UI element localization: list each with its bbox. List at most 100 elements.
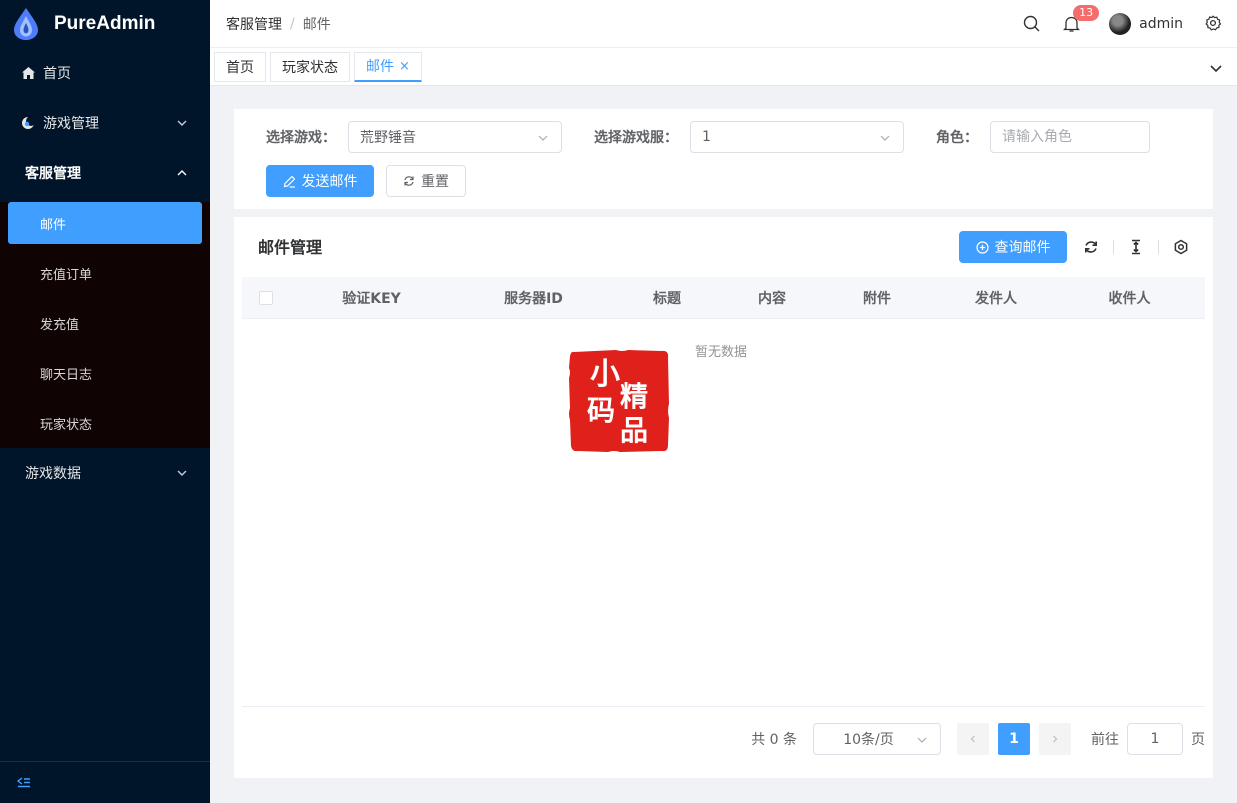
tabs-bar: 首页 玩家状态 邮件 × <box>210 48 1237 86</box>
seal-stamp-image: 小 精 码 品 <box>569 350 669 452</box>
svg-text:小: 小 <box>590 357 620 392</box>
breadcrumb-item[interactable]: 客服管理 <box>226 14 282 34</box>
search-form: 选择游戏： 荒野锤音 选择游戏服： 1 角色： 发送邮件 重置 <box>234 109 1213 209</box>
column-header[interactable]: 标题 <box>614 288 720 308</box>
chevron-right-icon <box>1053 735 1058 743</box>
tab-label: 邮件 <box>366 59 394 75</box>
game-select[interactable]: 荒野锤音 <box>348 121 562 153</box>
sidebar-item-game-data[interactable]: 游戏数据 <box>0 448 210 498</box>
column-header[interactable]: 附件 <box>824 288 930 308</box>
reset-label: 重置 <box>421 174 449 190</box>
sidebar-item-label: 充值订单 <box>40 267 93 283</box>
tab-close-icon[interactable]: × <box>399 59 410 74</box>
role-input-label: 角色： <box>936 130 978 146</box>
breadcrumb-current: 邮件 <box>302 16 331 33</box>
notification-badge: 13 <box>1073 5 1100 21</box>
sidebar-item-chat-log[interactable]: 聊天日志 <box>0 348 210 398</box>
select-all-checkbox-cell <box>242 290 290 305</box>
sidebar-item-customer-service[interactable]: 客服管理 <box>0 148 210 198</box>
pagination-total: 共 0 条 <box>751 732 797 748</box>
droplet-logo-icon <box>14 8 38 40</box>
table-title: 邮件管理 <box>258 238 323 257</box>
plus-circle-icon <box>975 240 989 254</box>
column-header[interactable]: 收件人 <box>1062 288 1197 308</box>
svg-text:品: 品 <box>620 414 648 447</box>
tab-label: 玩家状态 <box>282 59 338 76</box>
page-size-select[interactable]: 10条/页 <box>813 723 941 755</box>
table-divider <box>242 706 1205 707</box>
query-mail-label: 查询邮件 <box>994 240 1051 256</box>
column-header[interactable]: 验证KEY <box>290 288 453 308</box>
column-header[interactable]: 内容 <box>720 288 824 308</box>
notification-button[interactable]: 13 <box>1063 5 1100 33</box>
collapse-sidebar-button[interactable] <box>0 761 210 803</box>
sidebar-item-label: 首页 <box>43 66 71 82</box>
sidebar-item-label: 发充值 <box>40 317 80 333</box>
column-header[interactable]: 发件人 <box>930 288 1062 308</box>
refresh-icon[interactable] <box>1083 239 1099 255</box>
role-input[interactable] <box>990 121 1150 153</box>
tab-home[interactable]: 首页 <box>214 51 266 82</box>
home-icon <box>20 65 36 81</box>
chevron-left-icon <box>970 735 975 743</box>
sidebar-item-game-management[interactable]: 游戏管理 <box>0 98 210 148</box>
logo[interactable]: PureAdmin <box>0 0 210 48</box>
server-select[interactable]: 1 <box>690 121 904 153</box>
table-header: 验证KEY 服务器ID 标题 内容 附件 发件人 收件人 <box>242 277 1205 319</box>
sidebar: PureAdmin 首页 游戏管理 客服管理 邮件 充值订单 发充值 聊天日志 … <box>0 0 210 803</box>
table-toolbar: 查询邮件 <box>959 231 1189 263</box>
sidebar-item-send-recharge[interactable]: 发充值 <box>0 298 210 348</box>
top-header: 客服管理 / 邮件 13 admin <box>210 0 1237 48</box>
tab-label: 首页 <box>226 59 254 76</box>
server-select-value: 1 <box>702 129 711 145</box>
query-mail-button[interactable]: 查询邮件 <box>959 231 1067 263</box>
chevron-down-icon <box>177 120 187 126</box>
toolbar-divider <box>1158 240 1159 254</box>
chevron-down-icon <box>917 737 927 743</box>
avatar[interactable] <box>1109 13 1132 35</box>
sidebar-item-mail[interactable]: 邮件 <box>8 202 202 244</box>
tab-mail[interactable]: 邮件 × <box>354 51 422 82</box>
edit-pen-icon <box>283 175 295 188</box>
goto-page-input[interactable] <box>1127 723 1183 755</box>
server-select-label: 选择游戏服： <box>594 130 678 146</box>
reset-button[interactable]: 重置 <box>386 165 466 197</box>
toolbar-divider <box>1113 240 1114 254</box>
sidebar-item-label: 游戏数据 <box>25 466 81 482</box>
chevron-down-icon <box>538 135 548 141</box>
page-suffix: 页 <box>1191 732 1205 748</box>
svg-text:精: 精 <box>620 380 648 413</box>
tabs-dropdown-chevron-icon[interactable] <box>1209 61 1223 75</box>
game-select-label: 选择游戏： <box>266 130 336 146</box>
mail-table-card: 邮件管理 查询邮件 验证KEY 服务器ID 标题 内容 附件 发件人 收件人 暂… <box>234 217 1213 778</box>
page-size-value: 10条/页 <box>843 732 894 748</box>
breadcrumb-separator: / <box>290 15 295 32</box>
sidebar-item-label: 客服管理 <box>25 166 81 182</box>
search-icon[interactable] <box>1023 15 1041 33</box>
customer-service-submenu: 邮件 充值订单 发充值 聊天日志 玩家状态 <box>0 202 210 448</box>
sidebar-item-recharge-orders[interactable]: 充值订单 <box>0 248 210 298</box>
app-name: PureAdmin <box>54 13 156 34</box>
tab-player-status[interactable]: 玩家状态 <box>270 51 350 82</box>
settings-gear-icon[interactable] <box>1205 15 1223 33</box>
send-mail-label: 发送邮件 <box>301 174 358 190</box>
next-page-button[interactable] <box>1039 723 1071 755</box>
column-settings-icon[interactable] <box>1173 239 1189 255</box>
sidebar-item-home[interactable]: 首页 <box>0 48 210 98</box>
send-mail-button[interactable]: 发送邮件 <box>266 165 374 197</box>
search-actions: 发送邮件 重置 <box>266 165 466 197</box>
prev-page-button[interactable] <box>957 723 989 755</box>
current-page-button[interactable]: 1 <box>998 723 1030 755</box>
username[interactable]: admin <box>1139 16 1183 32</box>
sidebar-item-label: 聊天日志 <box>40 367 93 383</box>
game-select-value: 荒野锤音 <box>360 130 416 146</box>
density-icon[interactable] <box>1128 239 1144 255</box>
breadcrumb: 客服管理 / 邮件 <box>226 14 331 34</box>
moon-icon <box>20 115 36 131</box>
search-form-row: 选择游戏： 荒野锤音 选择游戏服： 1 角色： <box>266 121 1150 153</box>
column-header[interactable]: 服务器ID <box>453 288 614 308</box>
empty-state-text: 暂无数据 <box>695 345 748 360</box>
sidebar-item-player-status[interactable]: 玩家状态 <box>0 398 210 448</box>
refresh-icon <box>404 176 414 186</box>
select-all-checkbox[interactable] <box>259 290 273 305</box>
